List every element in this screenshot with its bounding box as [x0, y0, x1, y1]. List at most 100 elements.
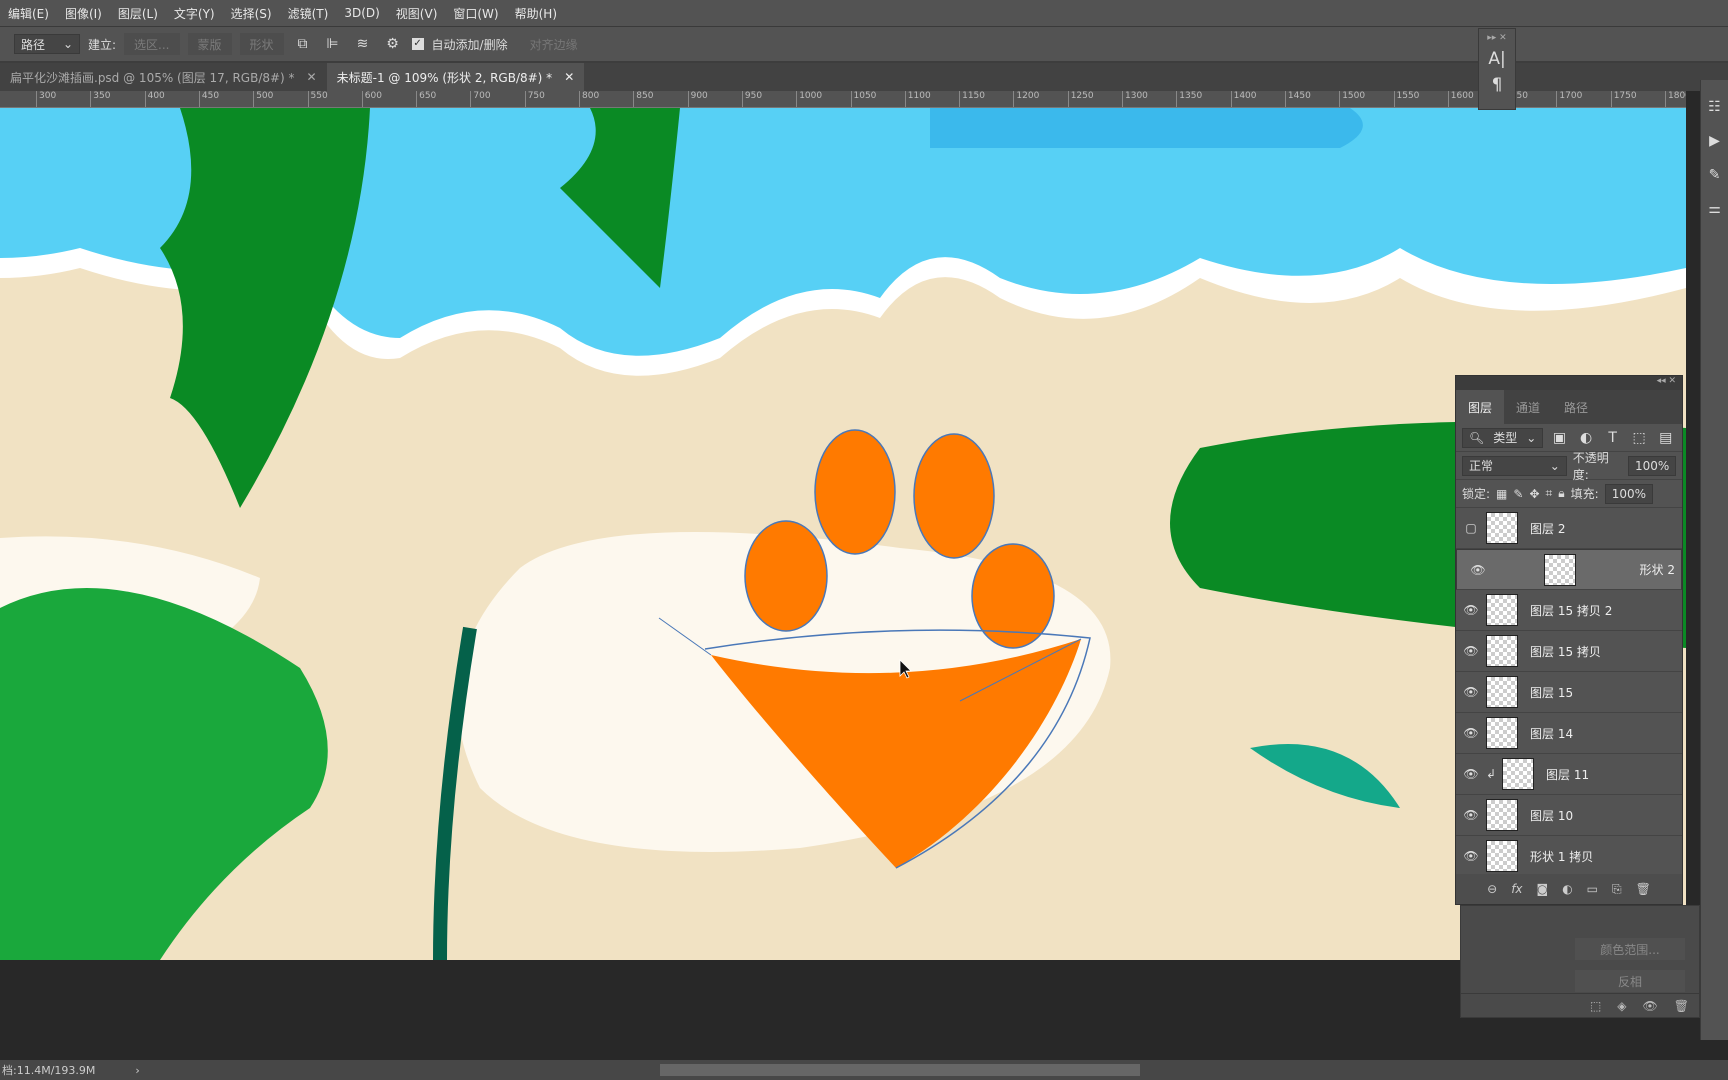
canvas[interactable]: [0, 108, 1686, 960]
mode-select[interactable]: 路径 ⌄: [14, 34, 80, 54]
layer-row[interactable]: 👁︎ 图层 15: [1456, 672, 1682, 713]
gear-icon[interactable]: ⚙: [382, 36, 404, 52]
document-tab[interactable]: 未标题-1 @ 109% (形状 2, RGB/8#) * ✕: [326, 63, 585, 91]
layer-row[interactable]: 👁︎ 图层 15 拷贝 2: [1456, 590, 1682, 631]
panel-tab[interactable]: 图层: [1456, 390, 1505, 424]
eye-icon[interactable]: 👁︎: [1456, 767, 1486, 781]
adjustment-filter-icon[interactable]: ◐: [1576, 430, 1597, 446]
smart-object-filter-icon[interactable]: ▤: [1655, 430, 1676, 446]
ruler-tick: 1300: [1122, 91, 1148, 107]
close-icon[interactable]: ✕: [564, 70, 574, 84]
layer-row[interactable]: 👁︎ 图层 14: [1456, 713, 1682, 754]
ruler-tick: 500: [253, 91, 273, 107]
history-icon[interactable]: ☷: [1701, 90, 1728, 124]
ruler-tick: 600: [361, 91, 382, 107]
eye-icon[interactable]: 👁︎: [1456, 603, 1486, 617]
new-layer-icon[interactable]: ⎘: [1612, 882, 1622, 897]
layer-row[interactable]: 👁︎ ↲ 图层 11: [1456, 754, 1682, 795]
eye-icon[interactable]: 👁︎: [1463, 563, 1493, 577]
ruler-tick: 800: [579, 91, 599, 107]
path-arrangement-icon[interactable]: ≋: [352, 36, 374, 52]
character-icon[interactable]: A|: [1488, 49, 1505, 69]
selection-icon[interactable]: ⬚: [1590, 999, 1601, 1013]
panel-close-icon[interactable]: ◂◂ ✕: [1456, 376, 1682, 390]
layer-name: 图层 14: [1530, 726, 1574, 741]
menu-item[interactable]: 选择(S): [223, 5, 280, 22]
adjust-icon[interactable]: ⚌: [1701, 192, 1728, 226]
make-selection-button[interactable]: 选区...: [124, 33, 180, 55]
ruler-tick: 900: [687, 91, 708, 107]
panel-collapse-icon[interactable]: ▸▸ ✕: [1487, 33, 1506, 43]
ruler-tick: 950: [741, 91, 762, 107]
blend-mode-select[interactable]: 正常 ⌄: [1462, 455, 1567, 476]
close-icon[interactable]: ✕: [307, 70, 317, 84]
eye-icon[interactable]: 👁︎: [1456, 644, 1486, 658]
menu-item[interactable]: 图层(L): [110, 5, 166, 22]
layer-row[interactable]: ▢ 图层 2: [1456, 508, 1682, 549]
ruler-tick: 1100: [904, 91, 931, 107]
ruler-tick: 750: [524, 91, 545, 107]
path-operations-icon[interactable]: ⧉: [292, 36, 314, 52]
play-icon[interactable]: ▶: [1701, 124, 1728, 158]
ruler-tick: 450: [198, 91, 219, 107]
lock-pixels-icon[interactable]: ✎: [1513, 487, 1523, 501]
ruler-tick: 850: [633, 91, 653, 107]
layer-list: ▢ 图层 2 👁︎ 形状 2 👁︎ 图层 15 拷贝 2 👁︎ 图层 15 拷贝 👁︎ 图层 15…: [1456, 508, 1682, 877]
status-arrow-icon[interactable]: ›: [135, 1064, 139, 1077]
adjustment-layer-icon[interactable]: ◐: [1562, 882, 1572, 896]
layer-row[interactable]: 👁︎ 形状 2: [1456, 549, 1682, 590]
trash-icon[interactable]: 🗑︎: [1674, 999, 1689, 1013]
panel-tab[interactable]: 通道: [1504, 390, 1552, 424]
trash-icon[interactable]: 🗑︎: [1636, 882, 1651, 896]
menu-item[interactable]: 3D(D): [336, 6, 387, 20]
folder-icon[interactable]: ▭: [1587, 882, 1598, 896]
panel-tab[interactable]: 路径: [1552, 390, 1600, 424]
layer-filter-select[interactable]: 🔍︎ 类型 ⌄: [1462, 427, 1544, 448]
menu-item[interactable]: 编辑(E): [0, 5, 57, 22]
make-mask-button[interactable]: 蒙版: [187, 33, 232, 55]
brush-icon[interactable]: ✎: [1701, 158, 1728, 192]
apply-mask-icon[interactable]: ◈: [1617, 999, 1626, 1013]
lock-artboard-icon[interactable]: ⌗: [1546, 486, 1553, 501]
make-shape-button[interactable]: 形状: [239, 33, 284, 55]
lock-all-icon[interactable]: 🔒︎: [1558, 486, 1564, 501]
visibility-box[interactable]: ▢: [1456, 521, 1486, 535]
align-edges-label[interactable]: 对齐边缘: [530, 36, 578, 53]
document-tab[interactable]: 扁平化沙滩插画.psd @ 105% (图层 17, RGB/8#) * ✕: [0, 63, 327, 91]
layer-row[interactable]: 👁︎ 形状 1 拷贝: [1456, 836, 1682, 877]
menu-item[interactable]: 图像(I): [57, 5, 110, 22]
search-icon: 🔍︎: [1469, 430, 1485, 445]
auto-add-checkbox[interactable]: ✓: [411, 38, 424, 50]
menu-item[interactable]: 窗口(W): [445, 5, 506, 22]
layer-row[interactable]: 👁︎ 图层 10: [1456, 795, 1682, 836]
invert-button[interactable]: 反相: [1575, 970, 1685, 992]
menu-item[interactable]: 帮助(H): [507, 5, 565, 22]
menu-item[interactable]: 视图(V): [388, 5, 446, 22]
fill-input[interactable]: 100%: [1604, 483, 1653, 504]
horizontal-scrollbar[interactable]: [659, 1064, 1140, 1076]
fx-icon[interactable]: fx: [1511, 882, 1522, 896]
menu-item[interactable]: 文字(Y): [166, 5, 223, 22]
lock-position-icon[interactable]: ✥: [1529, 487, 1539, 501]
image-filter-icon[interactable]: ▣: [1549, 430, 1570, 446]
layer-row[interactable]: 👁︎ 图层 15 拷贝: [1456, 631, 1682, 672]
link-icon[interactable]: ⊖: [1487, 882, 1497, 896]
eye-icon[interactable]: 👁︎: [1456, 685, 1486, 699]
type-filter-icon[interactable]: T: [1602, 430, 1623, 446]
eye-icon[interactable]: 👁︎: [1456, 808, 1486, 822]
shape-filter-icon[interactable]: ⬚: [1629, 430, 1650, 446]
lock-transparent-icon[interactable]: ▦: [1496, 487, 1507, 501]
mask-icon[interactable]: ◙: [1537, 882, 1549, 896]
ruler-tick: 700: [470, 91, 491, 107]
opacity-input[interactable]: 100%: [1628, 455, 1676, 476]
fill-label: 填充:: [1570, 487, 1599, 501]
eye-icon[interactable]: 👁︎: [1456, 726, 1486, 740]
pasteboard: [0, 960, 1460, 1060]
layer-thumbnail: [1486, 676, 1518, 708]
path-alignment-icon[interactable]: ⊫: [322, 36, 344, 52]
eye-icon[interactable]: 👁︎: [1456, 849, 1486, 863]
menu-item[interactable]: 滤镜(T): [280, 5, 337, 22]
paragraph-icon[interactable]: ¶: [1492, 75, 1503, 95]
eye-icon[interactable]: 👁︎: [1643, 999, 1658, 1013]
color-range-button[interactable]: 颜色范围...: [1575, 938, 1685, 960]
